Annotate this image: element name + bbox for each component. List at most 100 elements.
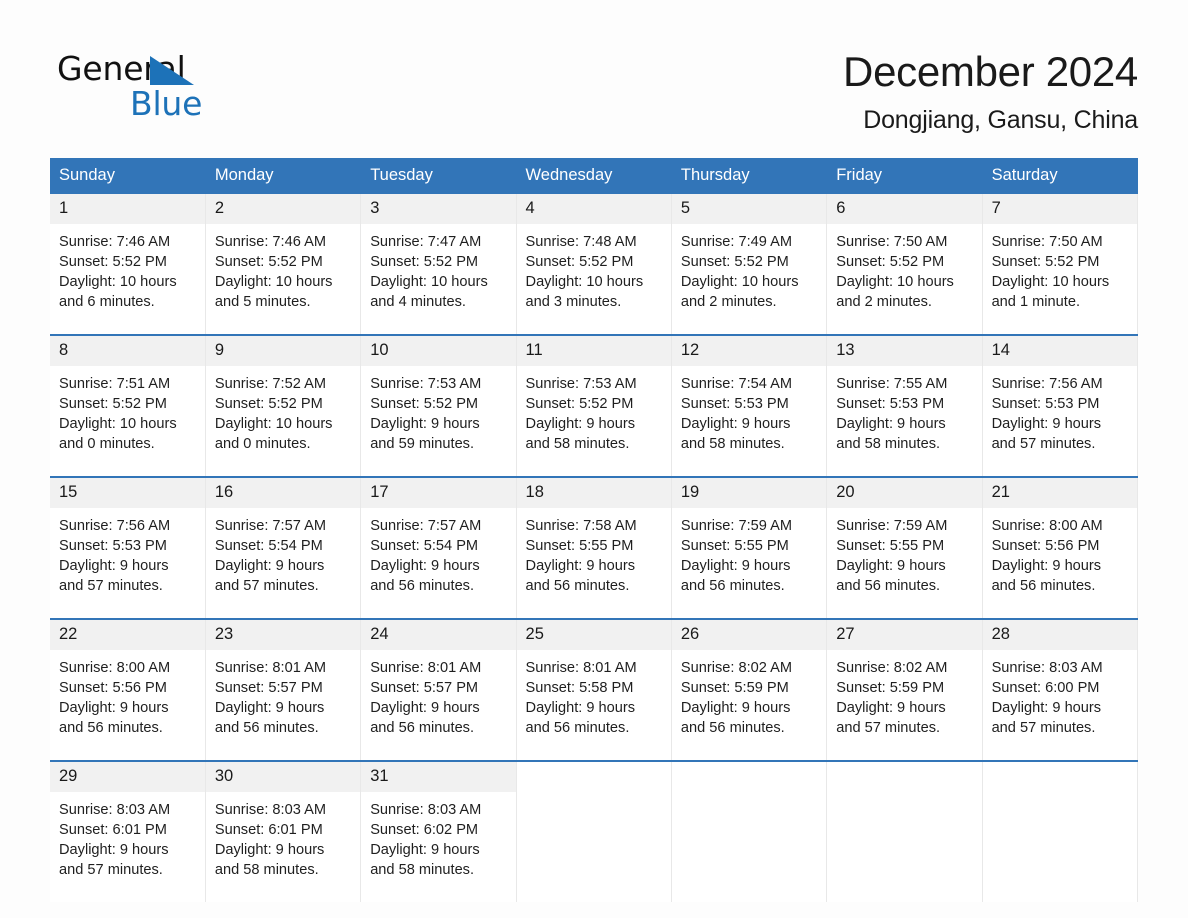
- day-number: 29: [50, 762, 205, 792]
- sunrise-text: Sunrise: 8:02 AM: [836, 660, 948, 676]
- calendar-week-row: 22 Sunrise: 8:00 AM Sunset: 5:56 PM Dayligh…: [50, 618, 1139, 761]
- day-number: 28: [982, 620, 1137, 650]
- calendar-day-cell[interactable]: 9 Sunrise: 7:52 AM Sunset: 5:52 PM Daylight…: [205, 334, 362, 477]
- daylight-text: Daylight: 9 hours and 56 minutes.: [991, 558, 1102, 594]
- daylight-text: Daylight: 9 hours and 56 minutes.: [680, 700, 791, 736]
- sunset-text: Sunset: 5:52 PM: [370, 254, 479, 270]
- sunset-text: Sunset: 6:01 PM: [59, 822, 167, 838]
- day-number: 4: [516, 194, 671, 224]
- day-number: 22: [50, 620, 205, 650]
- sunset-text: Sunset: 5:52 PM: [525, 254, 634, 270]
- day-info: Sunrise: 7:49 AM Sunset: 5:52 PM Daylight:…: [672, 224, 826, 334]
- calendar-day-cell[interactable]: 7 Sunrise: 7:50 AM Sunset: 5:52 PM Daylight…: [982, 194, 1139, 335]
- calendar-day-cell[interactable]: 10 Sunrise: 7:53 AM Sunset: 5:52 PM Dayligh…: [360, 334, 517, 477]
- sunset-text: Sunset: 5:53 PM: [59, 538, 167, 554]
- sunrise-text: Sunrise: 7:46 AM: [59, 234, 171, 250]
- calendar-day-cell[interactable]: 25 Sunrise: 8:01 AM Sunset: 5:58 PM Dayligh…: [516, 618, 672, 761]
- calendar-day-cell[interactable]: 4 Sunrise: 7:48 AM Sunset: 5:52 PM Daylight…: [516, 194, 672, 335]
- daylight-text: Daylight: 10 hours and 2 minutes.: [680, 274, 799, 310]
- calendar-grid: Sunday Monday Tuesday Wednesday Thursday Frid…: [50, 158, 1139, 902]
- calendar-day-cell[interactable]: 14 Sunrise: 7:56 AM Sunset: 5:53 PM Dayligh…: [982, 334, 1139, 477]
- daylight-text: Daylight: 9 hours and 59 minutes.: [370, 416, 480, 452]
- day-info: Sunrise: 7:53 AM Sunset: 5:52 PM Daylight:…: [517, 366, 671, 476]
- daylight-text: Daylight: 9 hours and 57 minutes.: [214, 558, 325, 594]
- day-info: Sunrise: 7:56 AM Sunset: 5:53 PM Daylight:…: [50, 508, 205, 618]
- day-info: Sunrise: 7:57 AM Sunset: 5:54 PM Daylight:…: [206, 508, 360, 618]
- calendar-day-cell[interactable]: 5 Sunrise: 7:49 AM Sunset: 5:52 PM Daylight…: [671, 194, 828, 335]
- day-info: Sunrise: 7:54 AM Sunset: 5:53 PM Daylight:…: [672, 366, 826, 476]
- calendar-day-cell[interactable]: 13 Sunrise: 7:55 AM Sunset: 5:53 PM Dayligh…: [826, 334, 983, 477]
- day-number: 7: [982, 194, 1137, 224]
- sunset-text: Sunset: 5:57 PM: [370, 680, 479, 696]
- calendar-day-cell[interactable]: 24 Sunrise: 8:01 AM Sunset: 5:57 PM Dayligh…: [360, 618, 517, 761]
- calendar-day-cell[interactable]: 23 Sunrise: 8:01 AM Sunset: 5:57 PM Dayligh…: [205, 618, 362, 761]
- sunset-text: Sunset: 5:59 PM: [680, 680, 789, 696]
- sunset-text: Sunset: 5:52 PM: [836, 254, 945, 270]
- daylight-text: Daylight: 9 hours and 56 minutes.: [214, 700, 325, 736]
- calendar-day-cell-empty: [826, 760, 983, 902]
- day-number: 1: [50, 194, 205, 224]
- sunset-text: Sunset: 5:57 PM: [214, 680, 323, 696]
- calendar-day-cell[interactable]: 3 Sunrise: 7:47 AM Sunset: 5:52 PM Daylight…: [360, 194, 517, 335]
- daylight-text: Daylight: 9 hours and 56 minutes.: [836, 558, 946, 594]
- day-number: 17: [361, 478, 516, 508]
- day-info: Sunrise: 8:01 AM Sunset: 5:57 PM Daylight:…: [361, 650, 515, 760]
- sunset-text: Sunset: 5:56 PM: [991, 538, 1100, 554]
- day-number: 25: [516, 620, 671, 650]
- calendar-day-cell[interactable]: 21 Sunrise: 8:00 AM Sunset: 5:56 PM Dayligh…: [982, 476, 1139, 619]
- day-number: 30: [205, 762, 361, 792]
- calendar-day-cell[interactable]: 22 Sunrise: 8:00 AM Sunset: 5:56 PM Dayligh…: [50, 618, 206, 761]
- calendar-day-cell[interactable]: 19 Sunrise: 7:59 AM Sunset: 5:55 PM Dayligh…: [671, 476, 828, 619]
- sunrise-text: Sunrise: 7:48 AM: [525, 234, 637, 250]
- day-info: Sunrise: 7:46 AM Sunset: 5:52 PM Daylight:…: [206, 224, 360, 334]
- calendar-table: Sunday Monday Tuesday Wednesday Thursday Frid…: [50, 158, 1139, 902]
- sunrise-text: Sunrise: 7:58 AM: [525, 518, 637, 534]
- calendar-day-cell[interactable]: 28 Sunrise: 8:03 AM Sunset: 6:00 PM Dayligh…: [982, 618, 1139, 761]
- day-number: 10: [361, 336, 516, 366]
- day-number: [982, 762, 1137, 792]
- day-info: Sunrise: 8:00 AM Sunset: 5:56 PM Daylight:…: [983, 508, 1137, 618]
- day-info: Sunrise: 7:47 AM Sunset: 5:52 PM Daylight:…: [361, 224, 515, 334]
- page-subtitle: Dongjiang, Gansu, China: [863, 106, 1138, 135]
- sunset-text: Sunset: 5:55 PM: [525, 538, 634, 554]
- day-number: [516, 762, 671, 792]
- day-number: 5: [671, 194, 827, 224]
- day-number: 21: [982, 478, 1137, 508]
- day-info: Sunrise: 7:51 AM Sunset: 5:52 PM Daylight:…: [50, 366, 205, 476]
- calendar-day-cell[interactable]: 16 Sunrise: 7:57 AM Sunset: 5:54 PM Dayligh…: [205, 476, 362, 619]
- sunset-text: Sunset: 5:53 PM: [836, 396, 945, 412]
- calendar-day-cell[interactable]: 30 Sunrise: 8:03 AM Sunset: 6:01 PM Dayligh…: [205, 760, 362, 902]
- calendar-day-cell[interactable]: 27 Sunrise: 8:02 AM Sunset: 5:59 PM Dayligh…: [826, 618, 983, 761]
- weekday-header-sunday: Sunday: [50, 158, 206, 194]
- sunset-text: Sunset: 5:55 PM: [836, 538, 945, 554]
- calendar-day-cell[interactable]: 2 Sunrise: 7:46 AM Sunset: 5:52 PM Daylight…: [205, 194, 362, 335]
- daylight-text: Daylight: 9 hours and 57 minutes.: [991, 416, 1102, 452]
- calendar-day-cell[interactable]: 8 Sunrise: 7:51 AM Sunset: 5:52 PM Daylight…: [50, 334, 206, 477]
- sunrise-text: Sunrise: 8:03 AM: [991, 660, 1103, 676]
- sunrise-text: Sunrise: 7:56 AM: [59, 518, 171, 534]
- day-info: Sunrise: 7:52 AM Sunset: 5:52 PM Daylight:…: [206, 366, 360, 476]
- calendar-day-cell[interactable]: 11 Sunrise: 7:53 AM Sunset: 5:52 PM Dayligh…: [516, 334, 672, 477]
- calendar-day-cell[interactable]: 26 Sunrise: 8:02 AM Sunset: 5:59 PM Dayligh…: [671, 618, 828, 761]
- day-info: Sunrise: 8:03 AM Sunset: 6:00 PM Daylight:…: [983, 650, 1137, 760]
- daylight-text: Daylight: 9 hours and 56 minutes.: [680, 558, 791, 594]
- calendar-day-cell[interactable]: 17 Sunrise: 7:57 AM Sunset: 5:54 PM Dayligh…: [360, 476, 517, 619]
- calendar-day-cell[interactable]: 15 Sunrise: 7:56 AM Sunset: 5:53 PM Dayligh…: [50, 476, 206, 619]
- calendar-day-cell[interactable]: 18 Sunrise: 7:58 AM Sunset: 5:55 PM Dayligh…: [516, 476, 672, 619]
- day-number: 23: [205, 620, 361, 650]
- calendar-day-cell[interactable]: 1 Sunrise: 7:46 AM Sunset: 5:52 PM Daylight…: [50, 194, 206, 335]
- sunset-text: Sunset: 5:52 PM: [370, 396, 479, 412]
- sunset-text: Sunset: 5:52 PM: [59, 396, 167, 412]
- calendar-day-cell[interactable]: 31 Sunrise: 8:03 AM Sunset: 6:02 PM Dayligh…: [360, 760, 517, 902]
- calendar-day-cell[interactable]: 20 Sunrise: 7:59 AM Sunset: 5:55 PM Dayligh…: [826, 476, 983, 619]
- calendar-day-cell[interactable]: 29 Sunrise: 8:03 AM Sunset: 6:01 PM Dayligh…: [50, 760, 206, 902]
- daylight-text: Daylight: 9 hours and 56 minutes.: [370, 558, 480, 594]
- calendar-day-cell[interactable]: 12 Sunrise: 7:54 AM Sunset: 5:53 PM Dayligh…: [671, 334, 828, 477]
- title-block: December 2024 Dongjiang, Gansu, China: [843, 49, 1138, 135]
- daylight-text: Daylight: 10 hours and 6 minutes.: [59, 274, 177, 310]
- weekday-header-wednesday: Wednesday: [516, 158, 672, 194]
- day-number: [827, 762, 982, 792]
- calendar-day-cell[interactable]: 6 Sunrise: 7:50 AM Sunset: 5:52 PM Daylight…: [826, 194, 983, 335]
- day-number: 16: [205, 478, 361, 508]
- daylight-text: Daylight: 9 hours and 58 minutes.: [525, 416, 636, 452]
